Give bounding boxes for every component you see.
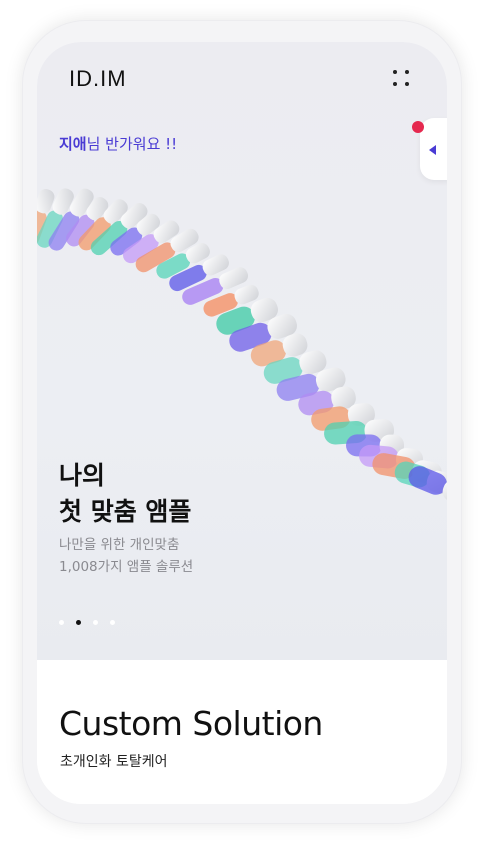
headline-line-1: 나의 bbox=[59, 461, 106, 490]
hero-headline: 나의 첫 맞춤 앰플 bbox=[59, 458, 191, 530]
app-logo[interactable]: ID.IM bbox=[69, 66, 127, 92]
greeting-message: 님 반가워요 !! bbox=[86, 135, 178, 153]
side-drawer-tab[interactable] bbox=[412, 118, 447, 180]
solution-section: Custom Solution 초개인화 토탈케어 bbox=[37, 660, 447, 804]
subcopy-line-1: 나만을 위한 개인맞춤 bbox=[59, 537, 180, 553]
section-title: Custom Solution bbox=[59, 704, 323, 743]
section-subtitle: 초개인화 토탈케어 bbox=[60, 754, 168, 770]
menu-dots-icon[interactable] bbox=[389, 66, 413, 90]
carousel-indicator bbox=[59, 620, 115, 625]
hero-banner[interactable]: ID.IM 지애님 반가워요 !! 나의 첫 맞춤 앰플 나만을 위한 개인맞춤… bbox=[37, 42, 447, 660]
subcopy-line-2: 1,008가지 앰플 솔루션 bbox=[59, 559, 194, 575]
carousel-dot[interactable] bbox=[59, 620, 64, 625]
user-name: 지애 bbox=[59, 135, 87, 153]
greeting-text: 지애님 반가워요 !! bbox=[59, 133, 177, 154]
app-screen: ID.IM 지애님 반가워요 !! 나의 첫 맞춤 앰플 나만을 위한 개인맞춤… bbox=[37, 42, 447, 804]
hero-subcopy: 나만을 위한 개인맞춤 1,008가지 앰플 솔루션 bbox=[59, 534, 193, 578]
caret-left-icon bbox=[429, 145, 436, 155]
carousel-dot[interactable] bbox=[110, 620, 115, 625]
notification-badge bbox=[412, 121, 424, 133]
carousel-dot[interactable] bbox=[76, 620, 81, 625]
carousel-dot[interactable] bbox=[93, 620, 98, 625]
headline-line-2: 첫 맞춤 앰플 bbox=[59, 497, 192, 526]
